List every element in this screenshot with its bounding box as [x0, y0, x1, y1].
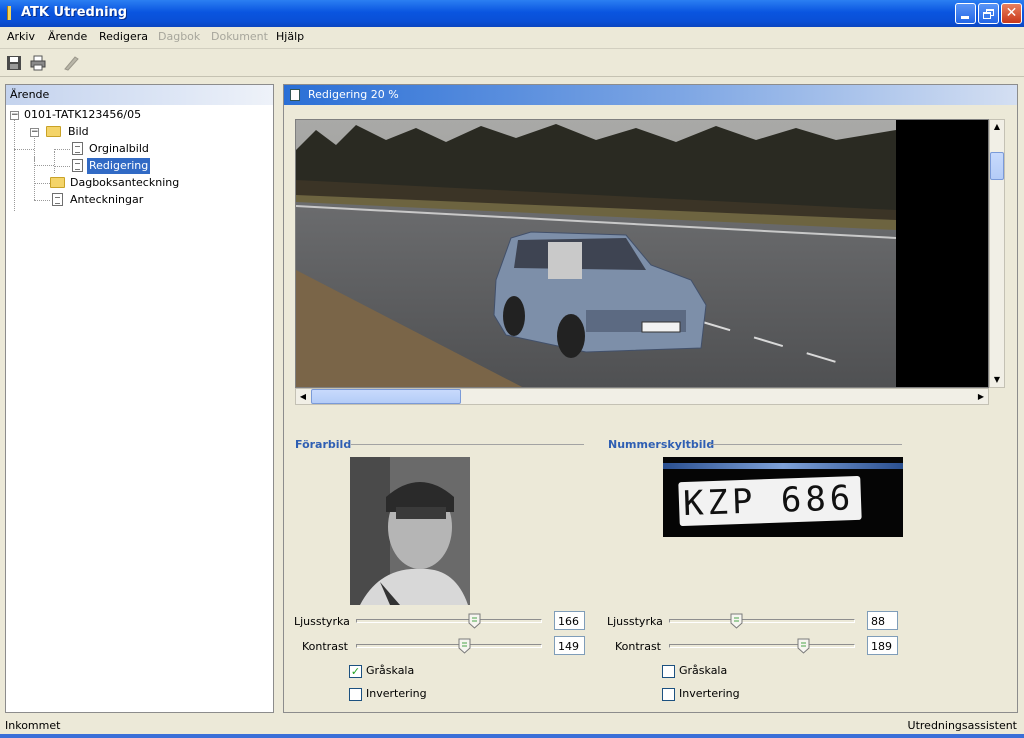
case-panel-title: Ärende: [6, 85, 273, 105]
status-right: Utredningsassistent: [907, 719, 1017, 732]
minimize-icon: [961, 16, 969, 19]
slider-thumb[interactable]: [468, 613, 481, 629]
driver-contrast-field[interactable]: 149: [554, 636, 585, 655]
menu-arkiv[interactable]: Arkiv: [7, 30, 35, 43]
driver-image: [350, 457, 470, 605]
driver-brightness-field[interactable]: 166: [554, 611, 585, 630]
document-icon: [72, 142, 83, 155]
menu-redigera[interactable]: Redigera: [99, 30, 148, 43]
menu-hjalp[interactable]: Hjälp: [276, 30, 304, 43]
edit-icon: [64, 56, 79, 71]
plate-brightness-slider[interactable]: [669, 611, 855, 631]
editing-panel: Redigering 20 % ▲ ▼ ◀ ▶ Förarbild Ljusst…: [283, 84, 1018, 713]
save-button[interactable]: [6, 55, 24, 71]
status-bar: Inkommet Utredningsassistent: [0, 716, 1024, 734]
plate-contrast-slider[interactable]: [669, 636, 855, 656]
status-left: Inkommet: [5, 719, 61, 732]
slider-thumb[interactable]: [730, 613, 743, 629]
slider-thumb[interactable]: [458, 638, 471, 654]
driver-brightness-slider[interactable]: [356, 611, 542, 631]
folder-icon: [46, 126, 61, 137]
photo-horizontal-scrollbar[interactable]: ◀ ▶: [295, 388, 989, 405]
print-icon: [30, 55, 46, 71]
collapse-icon[interactable]: −: [10, 111, 19, 120]
driver-grayscale-checkbox[interactable]: ✓: [349, 665, 362, 678]
menu-bar: Arkiv Ärende Redigera Dagbok Dokument Hj…: [0, 27, 1024, 49]
restore-button[interactable]: [978, 3, 999, 24]
main-photo[interactable]: [295, 119, 989, 388]
plate-invert-label: Invertering: [679, 687, 740, 700]
driver-invert-checkbox[interactable]: [349, 688, 362, 701]
driver-contrast-label: Kontrast: [302, 640, 348, 653]
driver-contrast-slider[interactable]: [356, 636, 542, 656]
window-title: ATK Utredning: [21, 5, 128, 20]
plate-image: KZP 686: [663, 457, 903, 537]
menu-arende[interactable]: Ärende: [48, 30, 87, 43]
driver-image-title: Förarbild: [295, 438, 352, 451]
folder-icon: [50, 177, 65, 188]
title-bar: ATK Utredning ✕: [0, 0, 1024, 27]
tree-item-case-label: 0101-TATK123456/05: [24, 108, 142, 121]
tree-item-bild-label: Bild: [68, 125, 89, 138]
plate-contrast-label: Kontrast: [615, 640, 661, 653]
save-icon: [7, 56, 21, 70]
plate-brightness-label: Ljusstyrka: [607, 615, 663, 628]
plate-image-title: Nummerskyltbild: [608, 438, 715, 451]
photo-vertical-scrollbar[interactable]: ▲ ▼: [989, 119, 1005, 388]
driver-brightness-label: Ljusstyrka: [294, 615, 350, 628]
tree-item-orginalbild-label: Orginalbild: [89, 142, 149, 155]
editing-panel-header: Redigering 20 %: [284, 85, 1017, 105]
close-icon: ✕: [1005, 5, 1018, 21]
edit-button[interactable]: [62, 55, 80, 71]
plate-grayscale-label: Gråskala: [679, 664, 728, 677]
scroll-left-icon[interactable]: ◀: [296, 390, 310, 404]
document-icon: [52, 193, 63, 206]
case-panel: Ärende − 0101-TATK123456/05 − Bild Orgin…: [5, 84, 274, 713]
photo-canvas: [296, 120, 988, 387]
app-icon: [7, 6, 11, 20]
plate-brightness-field[interactable]: 88: [867, 611, 898, 630]
toolbar: [0, 50, 1024, 77]
tree-item-redigering-label: Redigering: [87, 158, 151, 174]
print-button[interactable]: [30, 55, 48, 71]
minimize-button[interactable]: [955, 3, 976, 24]
restore-icon: [983, 9, 994, 19]
vertical-scroll-thumb[interactable]: [990, 152, 1004, 180]
scroll-up-icon[interactable]: ▲: [990, 120, 1004, 134]
close-button[interactable]: ✕: [1001, 3, 1022, 24]
scroll-down-icon[interactable]: ▼: [990, 373, 1004, 387]
menu-dagbok[interactable]: Dagbok: [158, 30, 200, 43]
scroll-right-icon[interactable]: ▶: [974, 390, 988, 404]
plate-grayscale-checkbox[interactable]: [662, 665, 675, 678]
document-icon: [290, 89, 300, 101]
plate-invert-checkbox[interactable]: [662, 688, 675, 701]
slider-thumb[interactable]: [797, 638, 810, 654]
driver-grayscale-label: Gråskala: [366, 664, 415, 677]
tree-item-dagboksanteckning-label: Dagboksanteckning: [70, 176, 180, 189]
collapse-icon[interactable]: −: [30, 128, 39, 137]
plate-contrast-field[interactable]: 189: [867, 636, 898, 655]
document-icon: [72, 159, 83, 172]
editing-panel-title: Redigering 20 %: [308, 88, 399, 101]
tree-item-anteckningar-label: Anteckningar: [70, 193, 144, 206]
menu-dokument[interactable]: Dokument: [211, 30, 268, 43]
horizontal-scroll-thumb[interactable]: [311, 389, 461, 404]
plate-text: KZP 686: [682, 478, 855, 525]
driver-invert-label: Invertering: [366, 687, 427, 700]
